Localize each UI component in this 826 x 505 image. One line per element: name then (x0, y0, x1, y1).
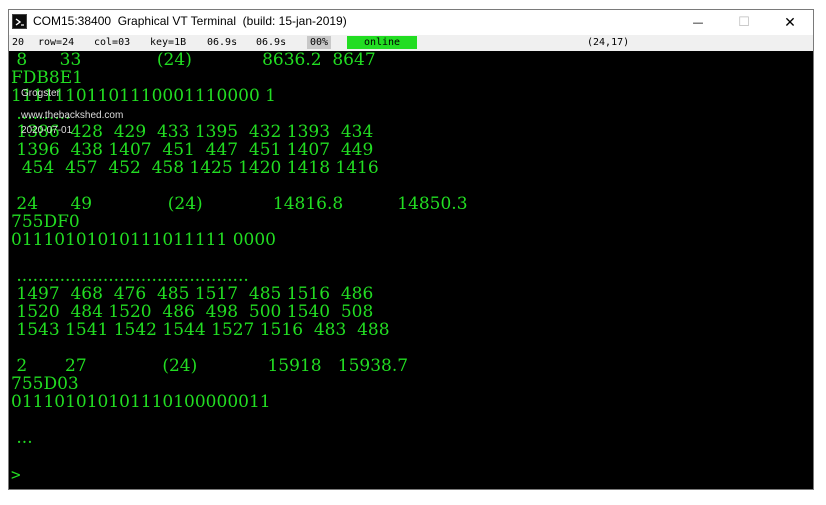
terminal-line: ........................................… (11, 266, 249, 286)
terminal-line: FDB8E1 (11, 68, 83, 88)
maximize-icon: ☐ (738, 15, 750, 30)
watermark-date: 2020-07-01 (21, 125, 73, 136)
close-icon: ✕ (784, 14, 796, 31)
status-row: row=24 (38, 37, 75, 48)
status-time-1: 06.9s (207, 37, 238, 48)
terminal-window: COM15:38400 Graphical VT Terminal (build… (8, 9, 814, 490)
title-bar[interactable]: COM15:38400 Graphical VT Terminal (build… (9, 10, 813, 35)
terminal-line: 454 457 452 458 1425 1420 1418 1416 (11, 158, 379, 178)
terminal-line: ... (11, 428, 33, 448)
window-title: COM15:38400 Graphical VT Terminal (build… (33, 14, 347, 28)
minimize-icon: — (692, 16, 704, 29)
close-button[interactable]: ✕ (767, 10, 813, 35)
terminal-line: 1543 1541 1542 1544 1527 1516 483 488 (11, 320, 390, 340)
status-field: 20 (12, 37, 25, 48)
status-online-badge: online (347, 36, 417, 49)
status-cursor-pos: (24,17) (587, 37, 630, 48)
maximize-button[interactable]: ☐ (721, 10, 767, 35)
terminal-output[interactable]: ... 011101010101110100000011 755D03 2 27 (… (9, 51, 813, 489)
terminal-line: 1520 484 1520 486 498 500 1540 508 (11, 302, 374, 322)
terminal-line: 1396 438 1407 451 447 451 1407 449 (11, 140, 374, 160)
terminal-line: 8 33 (24) 8636.2 8647 (11, 51, 376, 70)
terminal-line: 1497 468 476 485 1517 485 1516 486 (11, 284, 374, 304)
terminal-app-icon (12, 14, 27, 29)
terminal-line: 24 49 (24) 14816.8 14850.3 (11, 194, 468, 214)
status-time-2: 06.9s (256, 37, 287, 48)
status-key: key=1B (150, 37, 187, 48)
terminal-line: 01110101010111011111 0000 (11, 230, 276, 250)
minimize-button[interactable]: — (675, 10, 721, 35)
status-col: col=03 (94, 37, 131, 48)
terminal-line: 755D03 (11, 374, 79, 394)
watermark-site: www.thebackshed.com (21, 110, 124, 121)
watermark-name: Grogster (21, 88, 60, 99)
status-percent: 00% (307, 36, 332, 49)
status-bar: 20 row=24 col=03 key=1B 06.9s 06.9s 00% … (9, 35, 813, 51)
terminal-line: 2 27 (24) 15918 15938.7 (11, 356, 409, 376)
terminal-prompt: > (11, 465, 21, 484)
terminal-line: 011101010101110100000011 (11, 392, 271, 412)
terminal-line: 755DF0 (11, 212, 80, 232)
